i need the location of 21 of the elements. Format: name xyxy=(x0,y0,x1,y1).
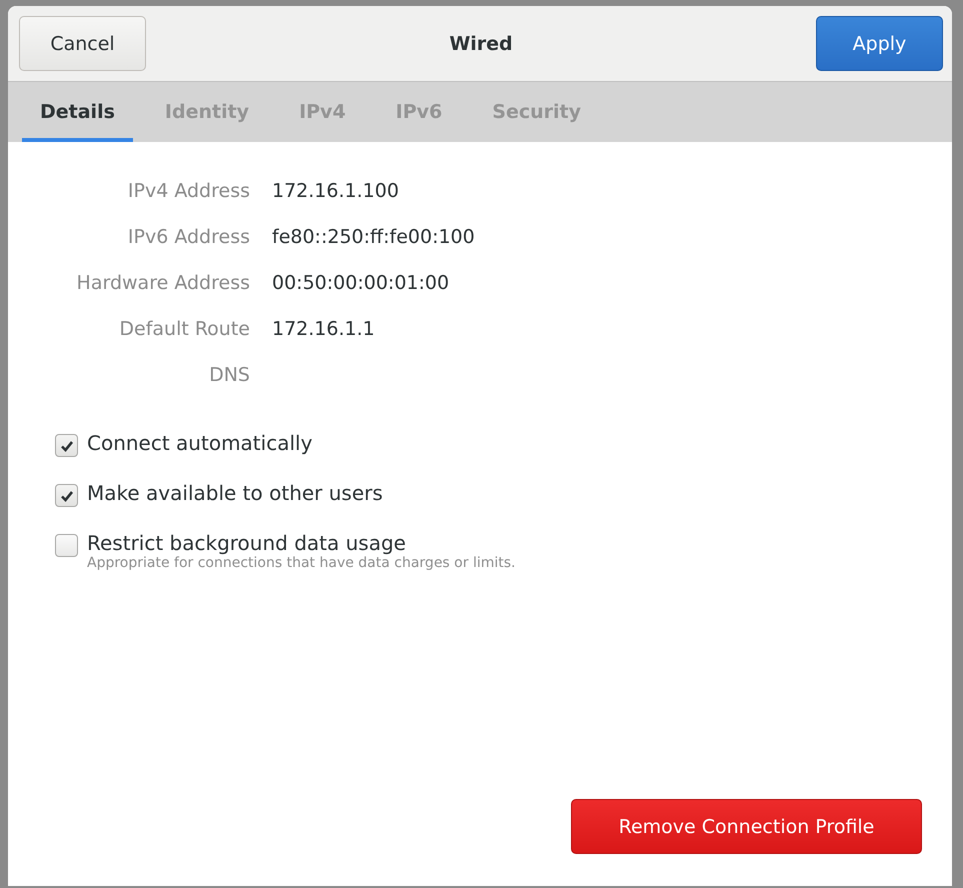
field-label: Hardware Address xyxy=(76,272,250,294)
checkbox-label: Restrict background data usage xyxy=(87,531,407,555)
checkbox-label: Make available to other users xyxy=(87,481,383,505)
field-label: IPv6 Address xyxy=(126,226,250,248)
hint-text: Appropriate for connections that have data charges or limits. xyxy=(87,555,516,571)
checkbox[interactable] xyxy=(55,484,78,507)
window-title: Wired xyxy=(449,32,513,54)
tab[interactable]: Details xyxy=(22,82,133,142)
remove-profile-button[interactable]: Remove Connection Profile xyxy=(571,799,922,854)
cancel-button[interactable]: Cancel xyxy=(19,16,146,71)
checkbox-label: Connect automatically xyxy=(87,431,312,455)
field-value: 172.16.1.1 xyxy=(272,318,376,340)
field-value: fe80::250:ff:fe00:100 xyxy=(272,226,475,248)
field-label: IPv4 Address xyxy=(126,180,250,202)
apply-button[interactable]: Apply xyxy=(816,16,943,71)
field-value: 172.16.1.100 xyxy=(272,180,400,202)
field-value: 00:50:00:00:01:00 xyxy=(272,272,450,294)
checkbox[interactable] xyxy=(55,434,78,457)
checkbox[interactable] xyxy=(55,534,78,557)
field-label: DNS xyxy=(208,364,250,386)
field-label: Default Route xyxy=(118,318,250,340)
